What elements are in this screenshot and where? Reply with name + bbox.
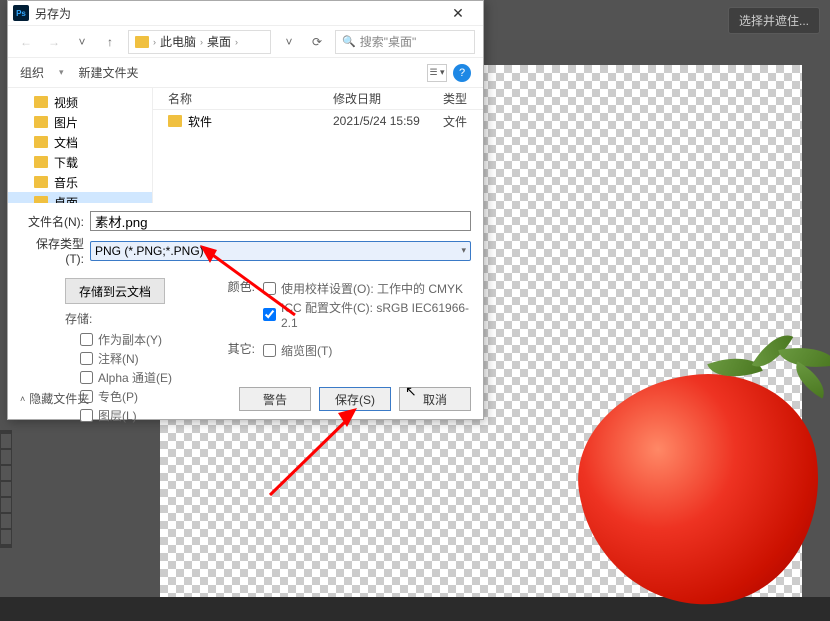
tool-hand-icon[interactable] (1, 450, 11, 464)
thumbnail-checkbox[interactable] (263, 344, 276, 357)
hide-folders-toggle[interactable]: ˄ 隐藏文件夹 (20, 390, 89, 407)
folder-icon (34, 176, 48, 188)
as-copy-checkbox[interactable] (80, 333, 93, 346)
filename-label: 文件名(N): (20, 213, 90, 230)
sidebar-item-pictures[interactable]: 图片 (8, 112, 152, 132)
photoshop-icon: Ps (13, 5, 29, 21)
chevron-up-icon: ˄ (20, 394, 25, 404)
file-browser: 视频 图片 文档 下载 音乐 桌面 ›本地磁盘 (C:) 名称 修改日期 类型 … (8, 88, 483, 203)
folder-icon (34, 156, 48, 168)
form-section: 文件名(N): 保存类型(T): PNG (*.PNG;*.PNG) ▾ (8, 203, 483, 266)
sidebar-item-downloads[interactable]: 下载 (8, 152, 152, 172)
folder-icon (34, 116, 48, 128)
chevron-down-icon: ▾ (461, 245, 466, 256)
filename-input[interactable] (90, 211, 471, 231)
close-button[interactable]: ✕ (438, 5, 478, 22)
col-date[interactable]: 修改日期 (333, 90, 443, 107)
sidebar-item-documents[interactable]: 文档 (8, 132, 152, 152)
notes-checkbox[interactable] (80, 352, 93, 365)
image-content (570, 325, 830, 605)
folder-icon (34, 96, 48, 108)
other-group-label: 其它: (225, 340, 255, 361)
warning-button[interactable]: 警告 (239, 387, 311, 411)
left-toolbar (0, 430, 12, 548)
search-input[interactable]: 🔍 搜索"桌面" (335, 30, 475, 54)
color-group-label: 颜色: (225, 278, 255, 332)
folder-icon (34, 196, 48, 203)
search-placeholder: 搜索"桌面" (360, 33, 417, 50)
cancel-button[interactable]: 取消 (399, 387, 471, 411)
filetype-select[interactable]: PNG (*.PNG;*.PNG) ▾ (90, 241, 471, 261)
sidebar-item-videos[interactable]: 视频 (8, 92, 152, 112)
layers-checkbox[interactable] (80, 409, 93, 422)
help-button[interactable]: ? (453, 64, 471, 82)
refresh-button[interactable]: ⟳ (307, 32, 327, 52)
tool-brush-icon[interactable] (1, 514, 11, 528)
back-button[interactable]: ← (16, 32, 36, 52)
folder-icon (34, 136, 48, 148)
save-button[interactable]: 保存(S) (319, 387, 391, 411)
tool-crop-icon[interactable] (1, 482, 11, 496)
sidebar-item-desktop[interactable]: 桌面 (8, 192, 152, 203)
filetype-label: 保存类型(T): (20, 235, 90, 266)
save-group-label: 存储: (20, 310, 215, 327)
nav-bar: ← → ˅ ↑ › 此电脑 › 桌面 › ˅ ⟳ 🔍 搜索"桌面" (8, 26, 483, 58)
alpha-checkbox[interactable] (80, 371, 93, 384)
col-name[interactable]: 名称 (153, 90, 333, 107)
save-to-cloud-button[interactable]: 存储到云文档 (65, 278, 165, 304)
file-row[interactable]: 软件 2021/5/24 15:59 文件 (153, 110, 483, 132)
button-row: 警告 保存(S) 取消 (239, 387, 471, 411)
tool-zoom-icon[interactable] (1, 466, 11, 480)
breadcrumb-dropdown[interactable]: ˅ (279, 32, 299, 52)
folder-icon (168, 115, 182, 127)
file-list-header: 名称 修改日期 类型 (153, 88, 483, 110)
breadcrumb-desktop[interactable]: 桌面 (207, 33, 231, 50)
up-folder-button[interactable]: ↑ (100, 32, 120, 52)
dialog-title: 另存为 (35, 5, 438, 22)
tool-move-icon[interactable] (1, 434, 11, 448)
dialog-titlebar: Ps 另存为 ✕ (8, 1, 483, 26)
proof-checkbox[interactable] (263, 282, 276, 295)
forward-button[interactable]: → (44, 32, 64, 52)
search-icon: 🔍 (342, 35, 356, 48)
col-type[interactable]: 类型 (443, 90, 483, 107)
select-and-mask-button[interactable]: 选择并遮住... (728, 7, 820, 34)
icc-checkbox[interactable] (263, 308, 276, 321)
up-button[interactable]: ˅ (72, 32, 92, 52)
breadcrumb-pc[interactable]: 此电脑 (160, 33, 196, 50)
file-list: 名称 修改日期 类型 软件 2021/5/24 15:59 文件 (153, 88, 483, 203)
tool-eyedrop-icon[interactable] (1, 498, 11, 512)
save-as-dialog: Ps 另存为 ✕ ← → ˅ ↑ › 此电脑 › 桌面 › ˅ ⟳ 🔍 搜索"桌… (7, 0, 484, 420)
view-mode-button[interactable]: ☰ ▾ (427, 64, 447, 82)
folder-icon (135, 36, 149, 48)
sidebar: 视频 图片 文档 下载 音乐 桌面 ›本地磁盘 (C:) (8, 88, 153, 203)
breadcrumb[interactable]: › 此电脑 › 桌面 › (128, 30, 271, 54)
tool-text-icon[interactable] (1, 530, 11, 544)
toolbar-row: 组织 ▾ 新建文件夹 ☰ ▾ ? (8, 58, 483, 88)
new-folder-button[interactable]: 新建文件夹 (79, 64, 139, 81)
organize-menu[interactable]: 组织 (20, 64, 44, 81)
sidebar-item-music[interactable]: 音乐 (8, 172, 152, 192)
